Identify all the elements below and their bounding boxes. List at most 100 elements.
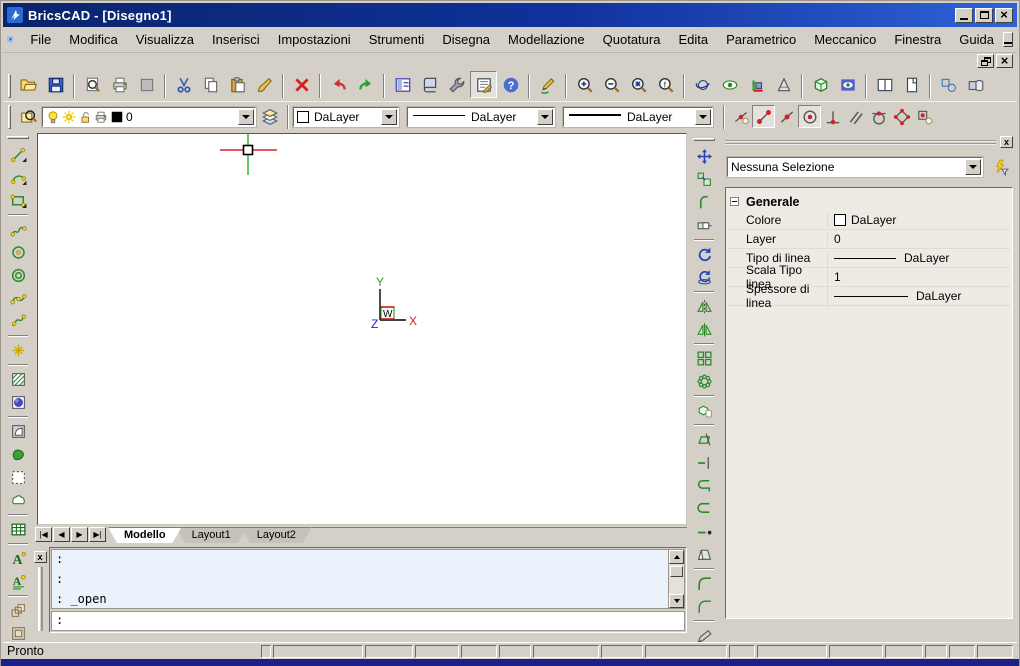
snap-center-button[interactable] — [798, 105, 821, 128]
gradient-button[interactable] — [5, 391, 31, 414]
look-button[interactable] — [716, 71, 743, 98]
rotate-3d-button[interactable] — [691, 266, 717, 289]
plot-settings-button[interactable] — [133, 71, 160, 98]
linetype-combobox[interactable]: DaLayer — [407, 107, 555, 127]
undo-button[interactable] — [325, 71, 352, 98]
customize-button[interactable] — [443, 71, 470, 98]
properties-close-button[interactable]: x — [1000, 136, 1013, 148]
color-combo-arrow[interactable] — [381, 109, 397, 125]
menu-inserisci[interactable]: Inserisci — [203, 29, 269, 50]
zoom-window-button[interactable] — [625, 71, 652, 98]
tile-viewports-button[interactable] — [871, 71, 898, 98]
menu-finestra[interactable]: Finestra — [885, 29, 950, 50]
hatch-button[interactable] — [5, 368, 31, 391]
viewport-button[interactable] — [898, 71, 925, 98]
menu-visualizza[interactable]: Visualizza — [127, 29, 203, 50]
property-row-spessore-di-linea[interactable]: Spessore di lineaDaLayer — [728, 287, 1010, 306]
perspective-button[interactable] — [770, 71, 797, 98]
close-button[interactable]: × — [995, 8, 1013, 23]
offset-button[interactable] — [691, 191, 717, 214]
menu-guida[interactable]: Guida — [950, 29, 1003, 50]
explode-button[interactable] — [691, 543, 717, 566]
command-drag-grip[interactable] — [38, 567, 43, 631]
print-button[interactable] — [106, 71, 133, 98]
tab-modello[interactable]: Modello — [108, 527, 182, 543]
cut-button[interactable] — [170, 71, 197, 98]
mirror-button[interactable] — [691, 295, 717, 318]
redline-button[interactable] — [534, 71, 561, 98]
fillet-button[interactable] — [691, 572, 717, 595]
move-button[interactable] — [691, 145, 717, 168]
mtext-button[interactable]: A — [5, 570, 31, 593]
boundary-button[interactable] — [5, 443, 31, 466]
ellipse-button[interactable] — [5, 287, 31, 310]
ucs-button[interactable] — [743, 71, 770, 98]
redo-button[interactable] — [352, 71, 379, 98]
orbit-button[interactable] — [689, 71, 716, 98]
snap-quadrant-button[interactable] — [890, 105, 913, 128]
menu-disegna[interactable]: Disegna — [433, 29, 499, 50]
paste-button[interactable] — [224, 71, 251, 98]
scroll-thumb[interactable] — [670, 566, 683, 577]
group-button[interactable] — [935, 71, 962, 98]
tab-prev-button[interactable]: ◀ — [53, 527, 70, 542]
help-button[interactable]: ? — [497, 71, 524, 98]
selection-combo-arrow[interactable] — [965, 159, 981, 175]
open-button[interactable] — [15, 71, 42, 98]
tab-next-button[interactable]: ▶ — [71, 527, 88, 542]
snap-midpoint-button[interactable] — [775, 105, 798, 128]
command-scrollbar[interactable] — [668, 550, 684, 608]
menu-modellazione[interactable]: Modellazione — [499, 29, 594, 50]
menu-quotatura[interactable]: Quotatura — [594, 29, 670, 50]
table-button[interactable] — [5, 518, 31, 541]
linetype-combo-arrow[interactable] — [537, 109, 553, 125]
property-row-layer[interactable]: Layer0 — [728, 230, 1010, 249]
section-collapse-icon[interactable] — [730, 197, 739, 206]
scroll-down-button[interactable] — [669, 594, 684, 608]
wipeout-button[interactable] — [5, 466, 31, 489]
break-button[interactable] — [691, 520, 717, 543]
snap-nearest-button[interactable] — [729, 105, 752, 128]
copy-button[interactable] — [197, 71, 224, 98]
extend-button[interactable] — [691, 451, 717, 474]
publish-button[interactable] — [416, 71, 443, 98]
polar-array-button[interactable] — [691, 370, 717, 393]
point-button[interactable] — [5, 339, 31, 362]
delete-button[interactable] — [288, 71, 315, 98]
rectangle-button[interactable] — [5, 189, 31, 212]
text-button[interactable]: A — [5, 547, 31, 570]
chamfer-button[interactable] — [691, 595, 717, 618]
hide-button[interactable] — [807, 71, 834, 98]
menu-meccanico[interactable]: Meccanico — [805, 29, 885, 50]
region-button[interactable] — [5, 420, 31, 443]
lineweight-combo-arrow[interactable] — [695, 109, 711, 125]
lineweight-combobox[interactable]: DaLayer — [563, 107, 713, 127]
stretch-button[interactable] — [691, 214, 717, 237]
menu-impostazioni[interactable]: Impostazioni — [269, 29, 360, 50]
command-close-button[interactable]: x — [34, 551, 47, 563]
layer-combobox[interactable]: 0 — [42, 107, 256, 127]
circle-button[interactable] — [5, 241, 31, 264]
menu-modifica[interactable]: Modifica — [60, 29, 126, 50]
scroll-up-button[interactable] — [669, 550, 684, 564]
selection-combobox[interactable]: Nessuna Selezione — [727, 157, 983, 177]
render-button[interactable] — [834, 71, 861, 98]
snap-perpendicular-button[interactable] — [821, 105, 844, 128]
snap-tangent-button[interactable] — [867, 105, 890, 128]
menu-edita[interactable]: Edita — [669, 29, 717, 50]
zoom-previous-button[interactable]: f — [652, 71, 679, 98]
match-properties-button[interactable] — [251, 71, 278, 98]
command-input[interactable]: : — [51, 611, 685, 631]
join-button[interactable] — [691, 474, 717, 497]
layer-explorer-button[interactable] — [15, 103, 42, 130]
copy-3d-button[interactable] — [691, 399, 717, 422]
print-preview-button[interactable] — [79, 71, 106, 98]
zoom-in-button[interactable] — [571, 71, 598, 98]
arc-button[interactable] — [5, 166, 31, 189]
spline-button[interactable] — [5, 218, 31, 241]
donut-button[interactable] — [5, 264, 31, 287]
property-row-colore[interactable]: ColoreDaLayer — [728, 211, 1010, 230]
snap-parallel-button[interactable] — [844, 105, 867, 128]
snap-insertion-button[interactable] — [913, 105, 936, 128]
zoom-out-button[interactable] — [598, 71, 625, 98]
